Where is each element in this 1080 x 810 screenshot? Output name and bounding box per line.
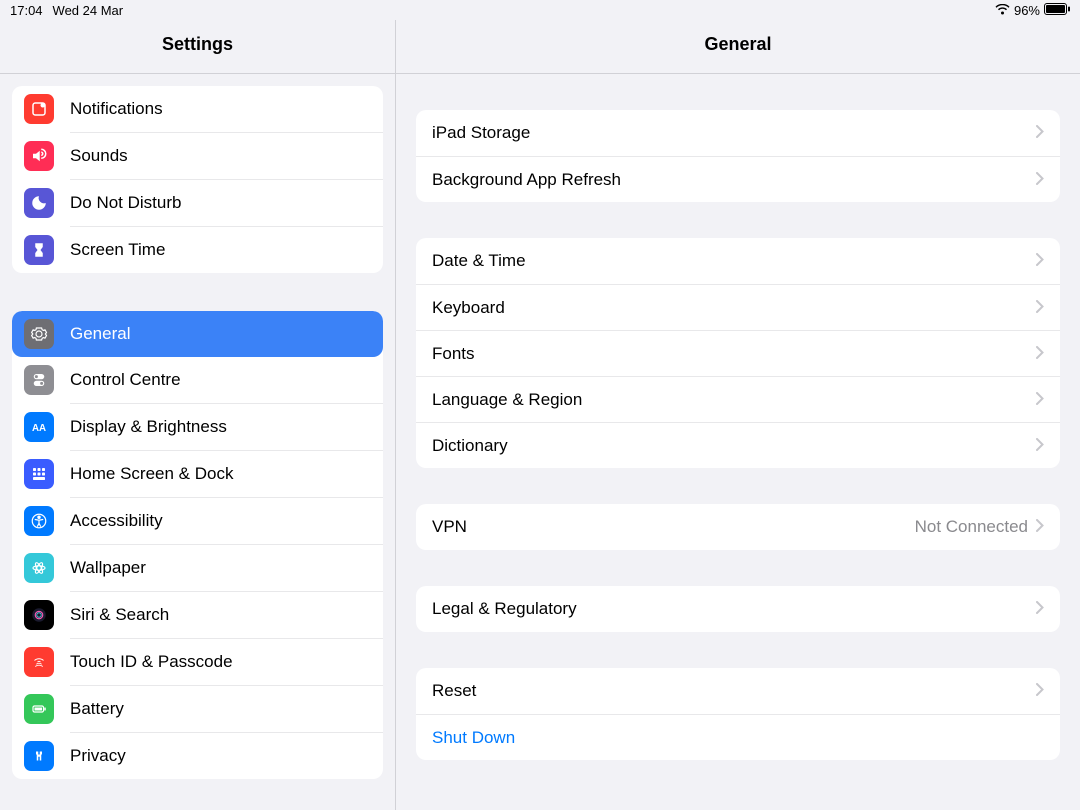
sidebar-item-touchid[interactable]: Touch ID & Passcode: [70, 638, 383, 685]
sidebar-item-label: Wallpaper: [70, 558, 146, 578]
detail-label: Date & Time: [432, 251, 1036, 271]
sidebar-item-accessibility[interactable]: Accessibility: [70, 497, 383, 544]
detail-label: Legal & Regulatory: [432, 599, 1036, 619]
sidebar-item-label: Home Screen & Dock: [70, 464, 233, 484]
sidebar-item-notifications[interactable]: Notifications: [12, 86, 383, 132]
sidebar-item-controlcentre[interactable]: Control Centre: [70, 357, 383, 403]
sidebar-item-display[interactable]: AADisplay & Brightness: [70, 403, 383, 450]
sidebar-item-screentime[interactable]: Screen Time: [70, 226, 383, 273]
detail-label: Dictionary: [432, 436, 1036, 456]
chevron-right-icon: [1036, 170, 1044, 190]
sidebar-item-label: Sounds: [70, 146, 128, 166]
sidebar-item-label: Control Centre: [70, 370, 181, 390]
detail-row-reset[interactable]: Reset: [416, 668, 1060, 714]
status-date: Wed 24 Mar: [53, 3, 124, 18]
detail-row-storage[interactable]: iPad Storage: [416, 110, 1060, 156]
detail-row-dictionary[interactable]: Dictionary: [416, 422, 1060, 468]
chevron-right-icon: [1036, 251, 1044, 271]
chevron-right-icon: [1036, 436, 1044, 456]
detail-row-vpn[interactable]: VPNNot Connected: [416, 504, 1060, 550]
sidebar-item-label: Accessibility: [70, 511, 163, 531]
detail-row-language[interactable]: Language & Region: [416, 376, 1060, 422]
chevron-right-icon: [1036, 599, 1044, 619]
sidebar-item-battery[interactable]: Battery: [70, 685, 383, 732]
detail-label: iPad Storage: [432, 123, 1036, 143]
detail-row-shutdown[interactable]: Shut Down: [416, 714, 1060, 760]
sidebar-item-label: Siri & Search: [70, 605, 169, 625]
sidebar-item-label: Battery: [70, 699, 124, 719]
detail-label: Keyboard: [432, 298, 1036, 318]
battery-icon: [24, 694, 54, 724]
detail-value: Not Connected: [915, 517, 1028, 537]
accessibility-icon: [24, 506, 54, 536]
chevron-right-icon: [1036, 517, 1044, 537]
detail-label: Reset: [432, 681, 1036, 701]
sounds-icon: [24, 141, 54, 171]
detail-label: Fonts: [432, 344, 1036, 364]
sidebar-item-privacy[interactable]: Privacy: [70, 732, 383, 779]
chevron-right-icon: [1036, 681, 1044, 701]
siri-icon: [24, 600, 54, 630]
detail-row-bgrefresh[interactable]: Background App Refresh: [416, 156, 1060, 202]
battery-percent: 96%: [1014, 3, 1040, 18]
privacy-icon: [24, 741, 54, 771]
sidebar-item-label: Display & Brightness: [70, 417, 227, 437]
sidebar-item-label: Privacy: [70, 746, 126, 766]
detail-pane: General iPad Storage Background App Refre…: [396, 20, 1080, 810]
display-icon: AA: [24, 412, 54, 442]
detail-label: Background App Refresh: [432, 170, 1036, 190]
sidebar-item-wallpaper[interactable]: Wallpaper: [70, 544, 383, 591]
controlcentre-icon: [24, 365, 54, 395]
detail-label: Language & Region: [432, 390, 1036, 410]
status-bar: 17:04 Wed 24 Mar 96%: [0, 0, 1080, 20]
detail-row-datetime[interactable]: Date & Time: [416, 238, 1060, 284]
battery-icon: [1044, 3, 1070, 18]
chevron-right-icon: [1036, 298, 1044, 318]
status-time: 17:04: [10, 3, 43, 18]
sidebar-item-home[interactable]: Home Screen & Dock: [70, 450, 383, 497]
touchid-icon: [24, 647, 54, 677]
sidebar-item-label: Do Not Disturb: [70, 193, 181, 213]
general-icon: [24, 319, 54, 349]
notifications-icon: [24, 94, 54, 124]
screentime-icon: [24, 235, 54, 265]
detail-title: General: [396, 20, 1080, 74]
sidebar-item-label: Notifications: [70, 99, 163, 119]
wallpaper-icon: [24, 553, 54, 583]
detail-row-keyboard[interactable]: Keyboard: [416, 284, 1060, 330]
wifi-icon: [995, 3, 1010, 18]
sidebar-item-sounds[interactable]: Sounds: [70, 132, 383, 179]
detail-label: VPN: [432, 517, 915, 537]
sidebar-item-dnd[interactable]: Do Not Disturb: [70, 179, 383, 226]
detail-row-legal[interactable]: Legal & Regulatory: [416, 586, 1060, 632]
sidebar-item-siri[interactable]: Siri & Search: [70, 591, 383, 638]
sidebar-title: Settings: [0, 20, 395, 74]
dnd-icon: [24, 188, 54, 218]
svg-text:AA: AA: [32, 423, 46, 434]
sidebar: Settings Notifications Sounds Do Not Distu…: [0, 20, 396, 810]
sidebar-item-general[interactable]: General: [12, 311, 383, 357]
chevron-right-icon: [1036, 344, 1044, 364]
home-icon: [24, 459, 54, 489]
sidebar-item-label: General: [70, 324, 130, 344]
detail-label: Shut Down: [432, 728, 1044, 748]
chevron-right-icon: [1036, 390, 1044, 410]
sidebar-item-label: Touch ID & Passcode: [70, 652, 233, 672]
chevron-right-icon: [1036, 123, 1044, 143]
detail-row-fonts[interactable]: Fonts: [416, 330, 1060, 376]
sidebar-item-label: Screen Time: [70, 240, 165, 260]
